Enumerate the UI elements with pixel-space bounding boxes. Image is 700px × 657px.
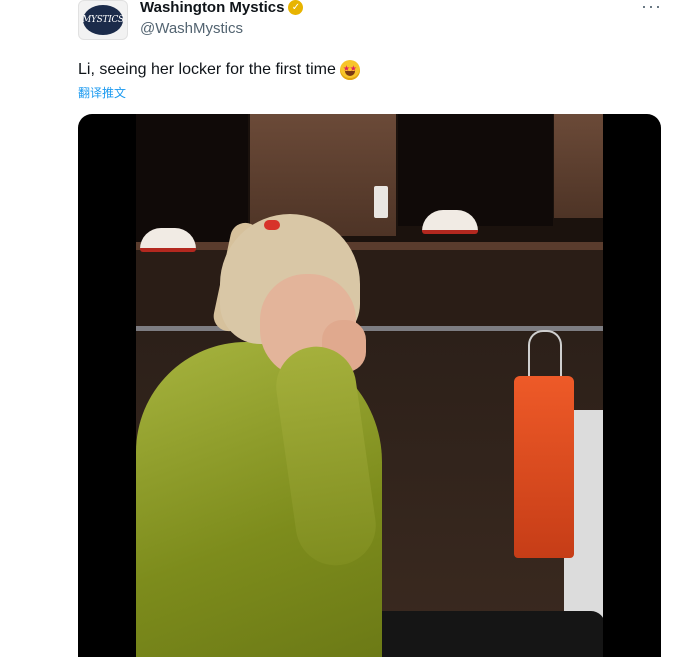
- author-name-row: Washington Mystics ✓: [140, 0, 304, 16]
- author-avatar[interactable]: MYSTICS: [78, 0, 128, 40]
- hanging-jersey-orange: [514, 376, 574, 558]
- star-struck-emoji-icon: ★ ★: [339, 60, 360, 80]
- tweet-video[interactable]: [78, 114, 661, 657]
- translate-tweet-link[interactable]: 翻译推文: [78, 84, 126, 101]
- locker-door-panel: [554, 114, 603, 218]
- clothes-hanger: [528, 330, 562, 378]
- video-frame[interactable]: [136, 114, 603, 657]
- hair-scrunchie: [264, 220, 280, 230]
- tweet-card: MYSTICS Washington Mystics ✓ @WashMystic…: [0, 0, 700, 657]
- cap-left: [140, 228, 196, 252]
- locker-chair: [360, 611, 603, 657]
- locker-cubby: [136, 114, 248, 242]
- more-options-icon[interactable]: ···: [641, 0, 662, 17]
- hanging-rod: [136, 326, 603, 331]
- locker-cubby: [398, 114, 553, 226]
- verified-badge-icon[interactable]: ✓: [288, 0, 304, 15]
- author-display-name[interactable]: Washington Mystics: [140, 0, 284, 16]
- light-switch: [374, 186, 388, 218]
- mystics-logo: MYSTICS: [82, 5, 124, 35]
- locker-shelf: [136, 242, 603, 250]
- cap-right: [422, 210, 478, 234]
- author-handle[interactable]: @WashMystics: [140, 20, 243, 37]
- tweet-text: Li, seeing her locker for the first time…: [78, 60, 360, 80]
- tweet-text-body: Li, seeing her locker for the first time: [78, 61, 336, 78]
